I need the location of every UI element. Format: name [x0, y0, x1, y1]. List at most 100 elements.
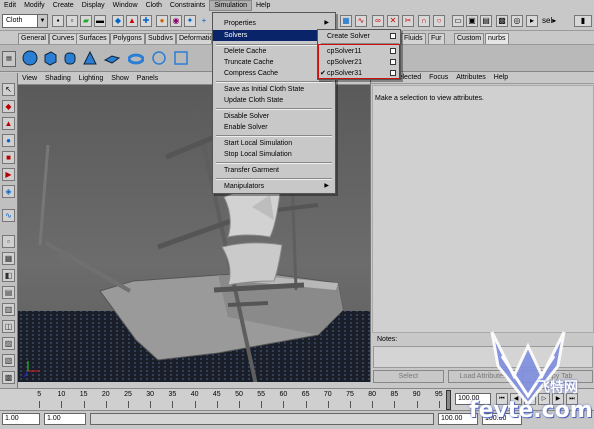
snap-surface-icon[interactable]: ✂: [402, 15, 414, 27]
ae-menu-attributes[interactable]: Attributes: [452, 72, 490, 84]
menu-constraints[interactable]: Constraints: [166, 0, 209, 11]
tab-subdivs[interactable]: Subdivs: [145, 33, 176, 44]
selection-field[interactable]: sel ▸: [542, 15, 572, 27]
time-tick: [39, 401, 41, 408]
chevron-down-icon[interactable]: ▼: [37, 15, 47, 27]
square-icon[interactable]: [173, 50, 189, 66]
tab-fluids[interactable]: Fluids: [401, 33, 426, 44]
time-tick: [105, 401, 107, 408]
history-icon[interactable]: ○: [433, 15, 445, 27]
mask3-icon[interactable]: ✦: [184, 15, 196, 27]
layout-outliner-icon[interactable]: ▥: [2, 303, 15, 316]
menu-item-save-initial-state[interactable]: Save as Initial Cloth State: [213, 84, 335, 95]
menu-item-stop-local-sim[interactable]: Stop Local Simulation: [213, 149, 335, 160]
menu-item-enable-solver[interactable]: Enable Solver: [213, 122, 335, 133]
select-button[interactable]: Select: [373, 370, 444, 383]
object-mode-icon[interactable]: ▲: [126, 15, 138, 27]
tab-polygons[interactable]: Polygons: [110, 33, 145, 44]
tab-custom[interactable]: Custom: [454, 33, 485, 44]
scale-tool-icon[interactable]: ■: [2, 151, 15, 164]
layout-four-icon[interactable]: ▦: [2, 252, 15, 265]
display-icon[interactable]: ◎: [511, 15, 523, 27]
arrow-right-icon[interactable]: ▸: [526, 15, 538, 27]
open-scene-icon[interactable]: ▰: [80, 15, 92, 27]
plane-icon[interactable]: [104, 50, 120, 66]
option-box-icon[interactable]: [390, 33, 396, 39]
new-scene-icon[interactable]: ▫: [66, 15, 78, 27]
menu-item-disable-solver[interactable]: Disable Solver: [213, 111, 335, 122]
layout-side-icon[interactable]: ◧: [2, 269, 15, 282]
checker-icon[interactable]: ▩: [496, 15, 508, 27]
layout-custom-icon[interactable]: ▩: [2, 371, 15, 384]
last-tool-icon[interactable]: ∿: [2, 209, 15, 222]
plus-icon[interactable]: +: [198, 15, 210, 27]
hierarchy-icon[interactable]: ◆: [112, 15, 124, 27]
menu-edit[interactable]: Edit: [0, 0, 20, 11]
ipr-render-icon[interactable]: ▣: [466, 15, 478, 27]
tab-deformation[interactable]: Deformatio: [176, 33, 212, 44]
time-tick-label: 30: [146, 391, 155, 398]
tab-fur[interactable]: Fur: [428, 33, 445, 44]
cube-icon[interactable]: [42, 50, 58, 66]
cone-icon[interactable]: [82, 50, 98, 66]
snap-view-icon[interactable]: ✕: [387, 15, 399, 27]
menu-window[interactable]: Window: [109, 0, 142, 11]
range-bar[interactable]: [90, 413, 434, 425]
menu-create[interactable]: Create: [49, 0, 78, 11]
sphere-icon[interactable]: [22, 50, 38, 66]
ae-menu-help[interactable]: Help: [490, 72, 512, 84]
magnet-icon[interactable]: ∩: [418, 15, 430, 27]
layout-graph-icon[interactable]: ▤: [2, 286, 15, 299]
save-scene-icon[interactable]: ▬: [94, 15, 106, 27]
layout-persp-icon[interactable]: ◫: [2, 320, 15, 333]
menu-item-update-cloth-state[interactable]: Update Cloth State: [213, 95, 335, 106]
mode-selector[interactable]: Cloth ▼: [2, 14, 48, 28]
circle-icon[interactable]: [151, 50, 167, 66]
snap-grid-icon[interactable]: ▦: [340, 15, 352, 27]
mask-icon[interactable]: ●: [156, 15, 168, 27]
mask2-icon[interactable]: ◉: [170, 15, 182, 27]
mode-toggle-icon[interactable]: ▮: [574, 15, 592, 27]
snap-point-icon[interactable]: ∞: [372, 15, 384, 27]
current-frame-marker[interactable]: [446, 390, 451, 410]
component-mode-icon[interactable]: ✚: [140, 15, 152, 27]
menu-modify[interactable]: Modify: [20, 0, 49, 11]
layout-single-icon[interactable]: ▫: [2, 235, 15, 248]
torus-icon[interactable]: [128, 50, 144, 66]
lasso-tool-icon[interactable]: ◆: [2, 100, 15, 113]
render-frame-icon[interactable]: ▭: [452, 15, 464, 27]
vp-menu-view[interactable]: View: [18, 73, 41, 85]
shelf-menu-icon[interactable]: ▤: [2, 51, 16, 67]
menu-simulation[interactable]: Simulation: [209, 0, 252, 11]
tab-surfaces[interactable]: Surfaces: [76, 33, 110, 44]
soft-mod-icon[interactable]: ◈: [2, 185, 15, 198]
vp-menu-show[interactable]: Show: [107, 73, 133, 85]
start-time-field[interactable]: 1.00: [2, 413, 40, 425]
menu-item-create-solver[interactable]: Create Solver: [318, 31, 400, 42]
vp-menu-lighting[interactable]: Lighting: [75, 73, 108, 85]
layout-render-icon[interactable]: ▧: [2, 354, 15, 367]
menu-item-manipulators[interactable]: Manipulators ▶: [213, 181, 335, 192]
tab-nurbs[interactable]: nurbs: [485, 33, 509, 44]
move-tool-icon[interactable]: ▲: [2, 117, 15, 130]
tab-curves[interactable]: Curves: [49, 33, 78, 44]
manipulator-tool-icon[interactable]: ▶: [2, 168, 15, 181]
snap-curve-icon[interactable]: ∿: [355, 15, 367, 27]
vp-menu-panels[interactable]: Panels: [133, 73, 162, 85]
menu-item-start-local-sim[interactable]: Start Local Simulation: [213, 138, 335, 149]
select-tool-icon[interactable]: ↖: [2, 83, 15, 96]
menu-help[interactable]: Help: [252, 0, 274, 11]
cylinder-icon[interactable]: [62, 50, 78, 66]
menu-item-properties[interactable]: Properties ▶: [213, 18, 335, 29]
menu-display[interactable]: Display: [78, 0, 109, 11]
playback-start-field[interactable]: 1.00: [44, 413, 86, 425]
menu-item-transfer-garment[interactable]: Transfer Garment: [213, 165, 335, 176]
render-globals-icon[interactable]: ▤: [480, 15, 492, 27]
rotate-tool-icon[interactable]: ●: [2, 134, 15, 147]
layout-hypershade-icon[interactable]: ▨: [2, 337, 15, 350]
tab-general[interactable]: General: [18, 33, 49, 44]
ae-menu-focus[interactable]: Focus: [425, 72, 452, 84]
vp-menu-shading[interactable]: Shading: [41, 73, 75, 85]
select-icon[interactable]: ▪: [52, 15, 64, 27]
menu-cloth[interactable]: Cloth: [142, 0, 166, 11]
